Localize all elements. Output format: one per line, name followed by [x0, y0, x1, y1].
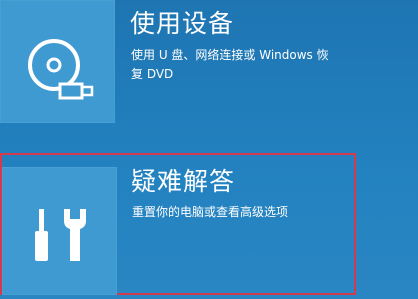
troubleshoot-title: 疑难解答: [131, 167, 236, 196]
use-device-desc-line1: 使用 U 盘、网络连接或 Windows 恢: [131, 48, 329, 62]
use-device-description: 使用 U 盘、网络连接或 Windows 恢 复 DVD: [131, 46, 329, 84]
troubleshoot-option[interactable]: 疑难解答 重置你的电脑或查看高级选项: [0, 153, 356, 295]
use-device-title: 使用设备: [130, 9, 235, 38]
troubleshoot-tile[interactable]: [2, 167, 117, 295]
troubleshoot-description: 重置你的电脑或查看高级选项: [132, 205, 289, 219]
use-device-option[interactable]: 使用设备 使用 U 盘、网络连接或 Windows 恢 复 DVD: [0, 0, 418, 140]
use-device-desc-line2: 复 DVD: [131, 67, 174, 81]
recovery-screen: 使用设备 使用 U 盘、网络连接或 Windows 恢 复 DVD 疑难解答 重…: [0, 0, 418, 299]
use-device-tile[interactable]: [0, 0, 115, 123]
